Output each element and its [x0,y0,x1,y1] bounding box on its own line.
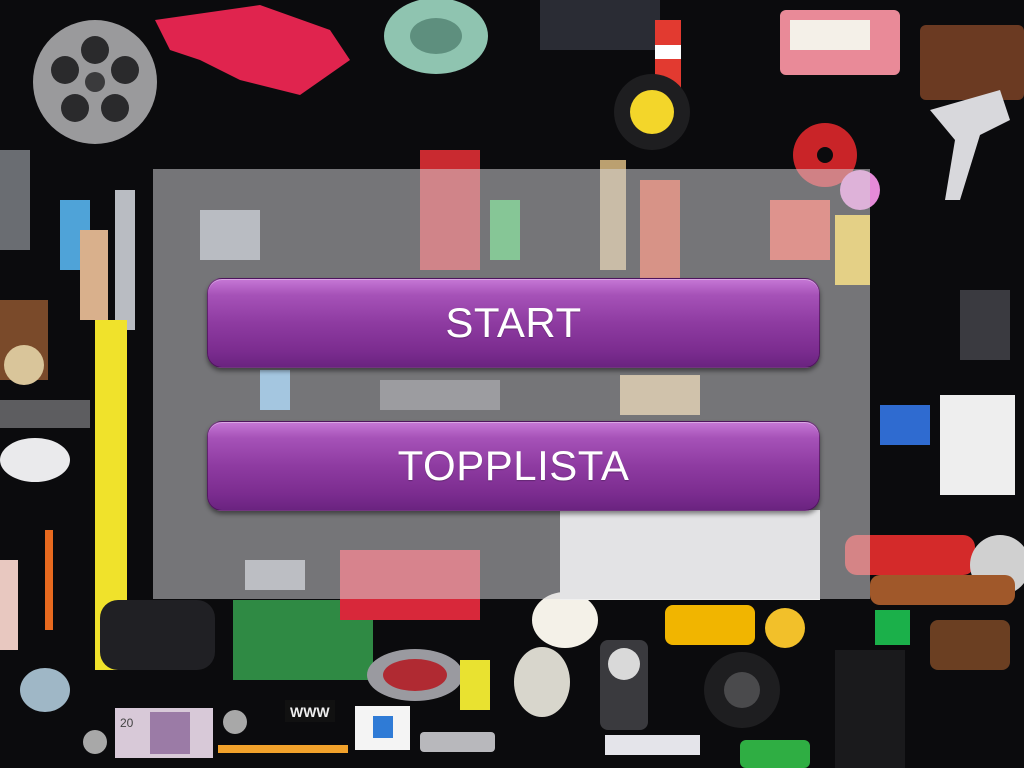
www-sign: WWW [285,700,335,722]
banknote-icon: 20 [115,708,213,758]
film-reel-icon [33,20,157,144]
toplist-button[interactable]: TOPPLISTA [207,421,820,511]
menu-panel [153,169,870,599]
start-button[interactable]: START [207,278,820,368]
banknote-value: 20 [120,716,134,730]
www-sign-text: WWW [290,704,330,720]
game-menu-screen: 20 WWW START TOPPLISTA [0,0,1024,768]
